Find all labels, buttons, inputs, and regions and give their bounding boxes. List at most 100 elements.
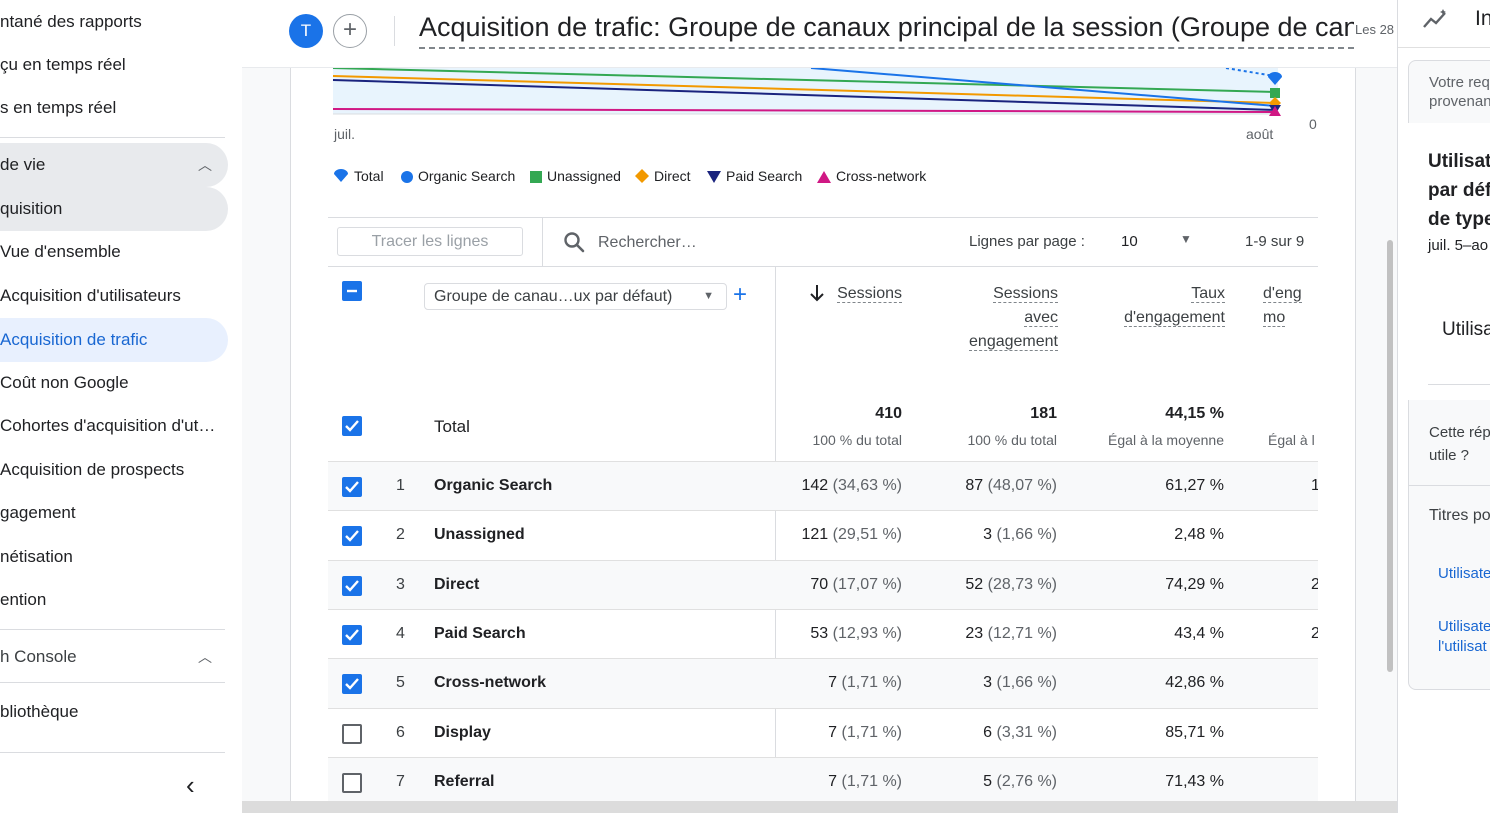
dimension-select[interactable]: Groupe de canau…ux par défaut) ▼ xyxy=(424,283,727,310)
nav-item-acquisition-cohorts[interactable]: Cohortes d'acquisition d'ut… xyxy=(0,404,228,448)
toolbar-divider xyxy=(542,218,543,267)
total-row-checkbox[interactable] xyxy=(342,416,362,436)
nav-section-lifecycle[interactable]: de vie ︿ xyxy=(0,143,228,187)
search-input[interactable] xyxy=(598,230,858,256)
row-engagement-rate: 71,43 % xyxy=(1165,772,1224,790)
row-index: 2 xyxy=(396,526,405,544)
row-engagement-rate: 43,4 % xyxy=(1174,624,1224,642)
row-sessions: 7 (1,71 %) xyxy=(828,772,902,790)
plot-rows-button[interactable]: Tracer les lignes xyxy=(337,227,523,256)
add-comparison-button[interactable]: + xyxy=(333,14,367,48)
row-index: 1 xyxy=(396,477,405,494)
row-index: 6 xyxy=(396,723,405,741)
column-header-engagement-rate[interactable]: Taux d'engagement xyxy=(1098,282,1225,330)
page-title: Acquisition de trafic: Groupe de canaux … xyxy=(419,10,1354,49)
row-engagement-time: 2 xyxy=(1311,576,1318,594)
row-sessions: 70 (17,07 %) xyxy=(810,575,902,593)
nav-item-lead-acquisition[interactable]: Acquisition de prospects xyxy=(0,448,228,492)
column-header-engaged-sessions[interactable]: Sessions avec engagement xyxy=(938,282,1058,354)
row-index: 5 xyxy=(396,674,405,692)
row-checkbox[interactable] xyxy=(342,772,362,793)
chevron-up-icon: ︿ xyxy=(198,649,212,665)
nav-divider xyxy=(0,752,225,753)
suggested-question-link[interactable]: Utilisate l'utilisat xyxy=(1438,617,1490,657)
rows-per-page-label: Lignes par page : xyxy=(969,233,1085,250)
nav-item-overview[interactable]: Vue d'ensemble xyxy=(0,230,228,274)
row-engaged-sessions: 23 (12,71 %) xyxy=(965,624,1057,642)
nav-item-monetization[interactable]: nétisation xyxy=(0,535,228,579)
legend-paid-search[interactable]: Paid Search xyxy=(707,168,802,184)
insight-answer-title: Utilisat par déf de type xyxy=(1428,151,1490,230)
legend-organic-search[interactable]: Organic Search xyxy=(401,168,515,184)
chevron-down-icon[interactable]: ▼ xyxy=(1180,232,1192,246)
legend-total[interactable]: Total xyxy=(333,168,384,184)
nav-item-acquisition[interactable]: quisition xyxy=(0,187,228,231)
legend-cross-network[interactable]: Cross-network xyxy=(817,168,926,184)
avatar[interactable]: T xyxy=(289,14,323,48)
insights-panel: In Votre reqprovenan Utilisatpar défde t… xyxy=(1397,0,1490,813)
total-engagement-rate: 44,15 % xyxy=(1165,405,1224,422)
row-channel-name: Direct xyxy=(434,575,480,593)
insights-header: In xyxy=(1398,0,1490,48)
legend-unassigned[interactable]: Unassigned xyxy=(530,168,621,184)
collapse-sidebar-button[interactable]: ‹ xyxy=(186,770,210,800)
suggested-question-link[interactable]: Utilisate xyxy=(1438,565,1490,582)
row-sessions: 121 (29,51 %) xyxy=(801,526,902,544)
total-sessions: 410 xyxy=(875,405,902,422)
x-tick-label: août xyxy=(1246,126,1273,142)
add-dimension-button[interactable]: + xyxy=(733,281,747,309)
panel-divider xyxy=(1408,485,1490,486)
report-header: T + Acquisition de trafic: Groupe de can… xyxy=(242,0,1397,68)
row-checkbox[interactable] xyxy=(342,526,362,547)
table-row[interactable]: 1 Organic Search 142 (34,63 %) 87 (48,07 %)… xyxy=(328,461,1318,511)
insight-answer: Utilisat par déf de type juil. 5–ao Utilis… xyxy=(1408,123,1490,400)
row-engagement-rate: 2,48 % xyxy=(1174,526,1224,544)
insight-request-text: Votre req provenan xyxy=(1429,74,1490,110)
nav-item-traffic-acquisition[interactable]: Acquisition de trafic xyxy=(0,318,228,362)
row-sessions: 7 (1,71 %) xyxy=(828,723,902,741)
column-header-engagement-time[interactable]: d'eng mo xyxy=(1263,282,1318,330)
column-header-sessions[interactable]: Sessions xyxy=(822,282,902,306)
row-channel-name: Unassigned xyxy=(434,526,525,544)
header-divider xyxy=(394,16,395,46)
report-card: juil. août 0 Total Organic Search Unassi… xyxy=(290,68,1356,813)
feedback-question: Cette rép utile ? xyxy=(1429,424,1490,464)
table-row[interactable]: 7 Referral 7 (1,71 %) 5 (2,76 %) 71,43 % xyxy=(328,756,1318,807)
row-engagement-time: 1 xyxy=(1311,477,1318,495)
table-row[interactable]: 5 Cross-network 7 (1,71 %) 3 (1,66 %) 42,86 … xyxy=(328,658,1318,709)
nav-item-user-acquisition[interactable]: Acquisition d'utilisateurs xyxy=(0,274,228,318)
vertical-scrollbar[interactable] xyxy=(1387,240,1393,672)
row-engagement-time: 2 xyxy=(1311,625,1318,643)
select-all-checkbox[interactable] xyxy=(342,281,362,301)
total-label: Total xyxy=(434,417,470,436)
nav-item-non-google-cost[interactable]: Coût non Google xyxy=(0,361,228,405)
row-checkbox[interactable] xyxy=(342,575,362,596)
related-titles-label: Titres po xyxy=(1429,507,1490,524)
nav-item-realtime-pages[interactable]: s en temps réel xyxy=(0,86,228,130)
row-checkbox[interactable] xyxy=(342,477,362,497)
x-tick-label: juil. xyxy=(333,126,355,142)
row-checkbox[interactable] xyxy=(342,624,362,645)
horizontal-scrollbar[interactable] xyxy=(242,801,1490,813)
table-row[interactable]: 3 Direct 70 (17,07 %) 52 (28,73 %) 74,29 % 2 xyxy=(328,559,1318,610)
row-checkbox[interactable] xyxy=(342,674,362,695)
table-row[interactable]: 2 Unassigned 121 (29,51 %) 3 (1,66 %) 2,48 % xyxy=(328,510,1318,560)
nav-item-retention[interactable]: ention xyxy=(0,578,228,622)
insights-title: In xyxy=(1475,7,1490,30)
date-range-button[interactable]: Les 28 xyxy=(1355,22,1394,37)
nav-item-realtime-overview[interactable]: ntané des rapports xyxy=(0,0,228,44)
table-row[interactable]: 4 Paid Search 53 (12,93 %) 23 (12,71 %) 43,4… xyxy=(328,608,1318,659)
table-row[interactable]: 6 Display 7 (1,71 %) 6 (3,31 %) 85,71 % xyxy=(328,707,1318,758)
nav-item-realtime-summary[interactable]: çu en temps réel xyxy=(0,43,228,87)
row-channel-name: Referral xyxy=(434,772,495,790)
nav-item-engagement[interactable]: gagement xyxy=(0,491,228,535)
row-sessions: 7 (1,71 %) xyxy=(828,674,902,692)
chart-area-fill xyxy=(333,68,1278,114)
row-engagement-rate: 42,86 % xyxy=(1165,674,1224,692)
line-chart: juil. août 0 xyxy=(332,68,1317,142)
legend-direct[interactable]: Direct xyxy=(635,168,691,184)
nav-section-search-console[interactable]: h Console ︿ xyxy=(0,635,228,679)
search-icon xyxy=(564,232,585,253)
row-checkbox[interactable] xyxy=(342,723,362,744)
nav-item-library[interactable]: bliothèque xyxy=(0,690,228,734)
